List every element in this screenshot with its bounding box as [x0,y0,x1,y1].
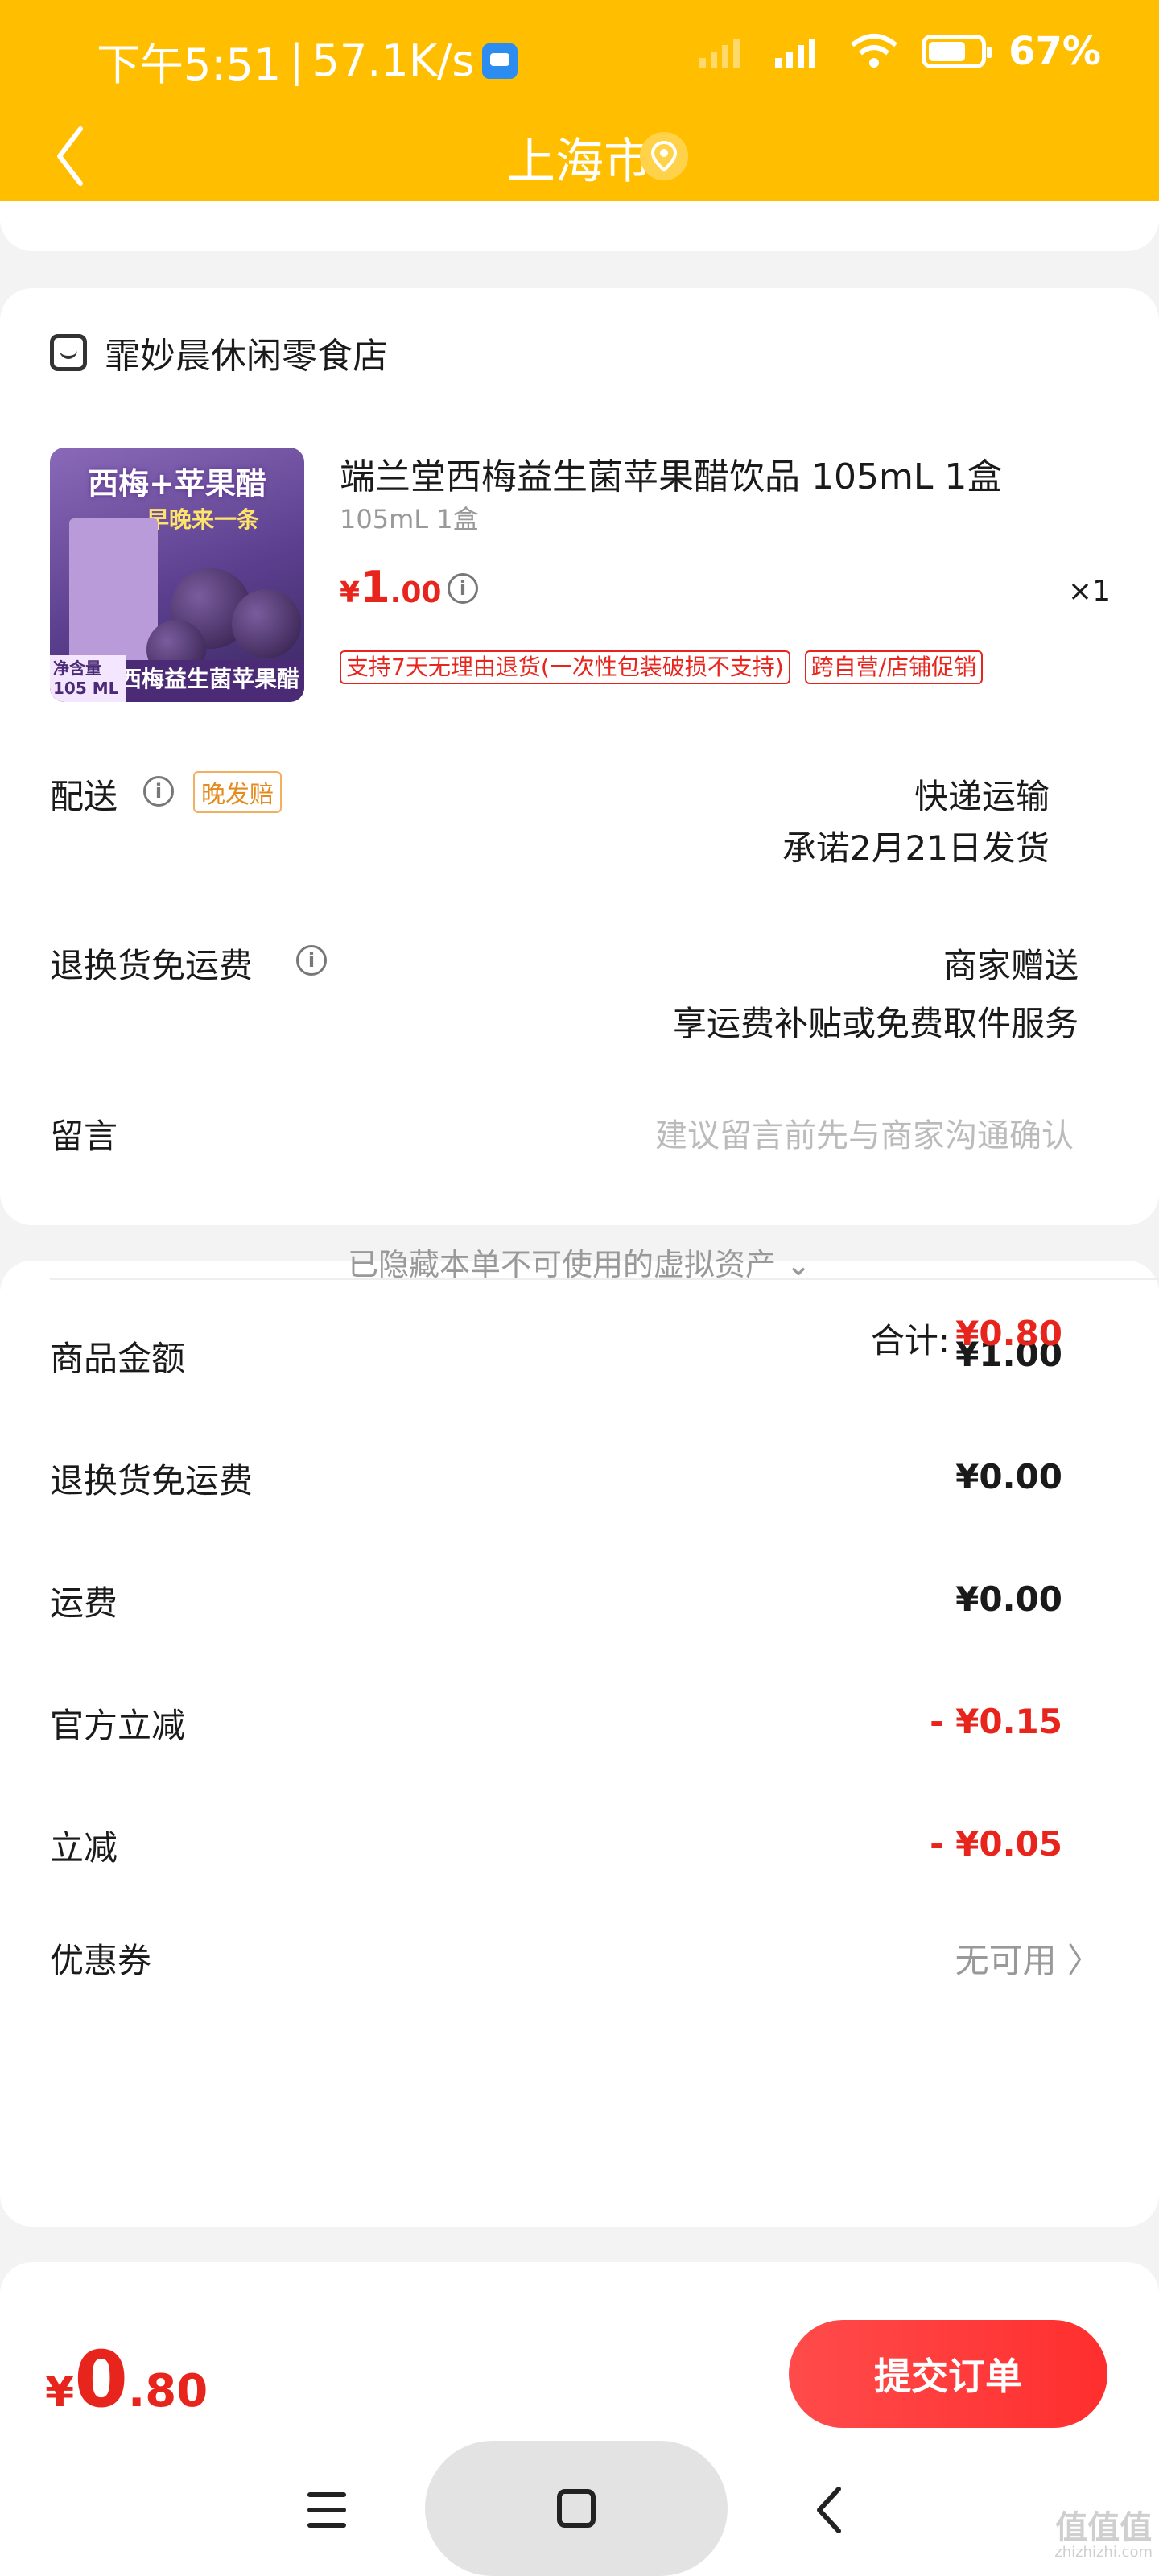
back-icon[interactable] [813,2484,845,2536]
coupon-label: 优惠券 [50,1941,152,1980]
status-time: 下午5:51 [97,39,282,90]
price-integer: 1 [360,562,390,613]
shop-card: 霏妙晨休闲零食店 西梅+苹果醋 早晚来一条 西梅益生菌苹果醋 净含量 105 M… [0,288,1159,1225]
return-shipping-info-icon[interactable]: i [296,945,327,976]
product-net-content: 净含量 105 ML [50,655,126,702]
header-bar: 下午5:51 | 57.1K/s 67% 上海市 [0,0,1159,224]
memo-input[interactable]: 建议留言前先与商家沟通确认 [655,1109,1074,1156]
summary-label-discount: 立减 [50,1828,118,1868]
summary-label-shipping: 运费 [50,1583,118,1623]
wifi-icon [851,34,898,68]
shop-icon [50,334,87,371]
checkout-price-decimal: .80 [127,2365,208,2417]
net-label: 净含量 [53,658,101,678]
product-spec: 105mL 1盒 [340,504,479,535]
address-card-bottom [0,201,1159,251]
signal-icon [775,39,816,68]
submit-order-button[interactable]: 提交订单 [789,2320,1107,2428]
delivery-promise: 承诺2月21日发货 [782,828,1050,868]
checkout-total: ¥0.80 [45,2334,208,2425]
price-summary-card: 商品金额 ¥1.00 退换货免运费 ¥0.00 运费 ¥0.00 官方立减 - … [0,1261,1159,2227]
return-shipping-label: 退换货免运费 [50,946,254,985]
coupon-selector[interactable]: 无可用 〉 [955,1934,1101,1983]
summary-label-return-shipping: 退换货免运费 [50,1461,254,1501]
product-price: ¥1.00 [340,562,441,613]
signal-off-icon [699,39,740,68]
home-icon[interactable] [557,2489,596,2528]
watermark-main: 值值值 [1055,2509,1153,2546]
tag-return-policy: 支持7天无理由退货(一次性包装破损不支持) [340,650,790,684]
product-quantity: ×1 [1067,575,1111,608]
total-label: 合计: [870,1321,950,1360]
shop-header[interactable]: 霏妙晨休闲零食店 [50,327,388,378]
page-title: 上海市 [507,134,652,190]
price-info-icon[interactable]: i [448,573,478,604]
divider [50,1278,1159,1280]
status-net-speed: 57.1K/s [311,35,475,86]
summary-label-official-discount: 官方立减 [50,1706,186,1745]
status-separator: | [289,35,304,86]
shop-name: 霏妙晨休闲零食店 [105,336,388,377]
memo-label: 留言 [50,1117,118,1156]
checkout-price-symbol: ¥ [45,2368,75,2417]
battery-icon [922,35,992,68]
summary-label-goods: 商品金额 [50,1339,186,1378]
status-bar-left: 下午5:51 | 57.1K/s [97,29,518,93]
tag-promotion: 跨自营/店铺促销 [804,650,984,684]
price-symbol: ¥ [340,576,361,609]
delivery-method: 快递运输 [914,777,1050,816]
checkout-bar: ¥0.80 提交订单 [0,2302,1159,2576]
product-image[interactable]: 西梅+苹果醋 早晚来一条 西梅益生菌苹果醋 净含量 105 ML [50,448,304,702]
product-image-headline: 西梅+苹果醋 [88,466,266,502]
hidden-assets-toggle[interactable]: 已隐藏本单不可使用的虚拟资产 ⌄ [0,1240,1159,1284]
watermark-sub: zhizhizhi.com [1054,2544,1153,2561]
total-value: ¥0.80 [955,1314,1062,1353]
product-title[interactable]: 端兰堂西梅益生菌苹果醋饮品 105mL 1盒 [340,448,1002,499]
plum-graphic [232,589,301,658]
product-box-graphic [69,518,158,660]
product-image-bottom-text: 西梅益生菌苹果醋 [118,666,299,692]
location-pin-icon[interactable] [640,132,688,180]
status-bar-right: 67% [698,29,1101,74]
battery-percent: 67% [1008,29,1101,74]
summary-value-shipping: ¥0.00 [955,1579,1062,1619]
delivery-info-icon[interactable]: i [143,776,174,807]
net-value: 105 ML [53,679,119,698]
product-image-subline: 早晚来一条 [146,506,260,533]
watermark: 值值值 zhizhizhi.com [1054,2512,1153,2562]
checkout-price-integer: 0 [74,2334,128,2425]
price-decimal: .00 [390,576,442,609]
late-delivery-tag: 晚发赔 [193,771,282,813]
app-notification-icon [482,43,518,79]
menu-icon[interactable] [307,2492,346,2528]
summary-value-discount: - ¥0.05 [930,1824,1062,1864]
delivery-label: 配送 [50,777,118,816]
return-shipping-desc: 享运费补贴或免费取件服务 [672,1004,1079,1043]
product-tags: 支持7天无理由退货(一次性包装破损不支持) 跨自营/店铺促销 [340,650,984,684]
summary-value-return-shipping: ¥0.00 [955,1457,1062,1496]
summary-value-official-discount: - ¥0.15 [930,1702,1062,1741]
return-shipping-value: 商家赠送 [942,946,1079,985]
